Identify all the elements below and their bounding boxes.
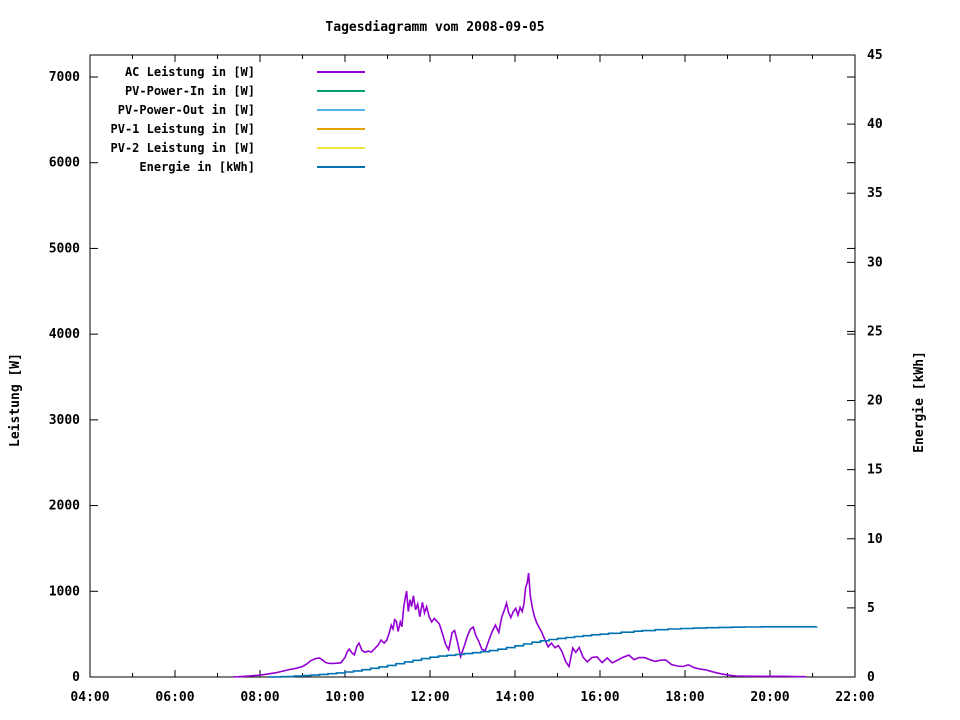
y-right-tick-label: 15 (867, 463, 883, 478)
y-right-tick-label: 0 (867, 670, 875, 685)
x-tick-label: 14:00 (495, 690, 534, 705)
legend-label: PV-1 Leistung in [W] (110, 121, 256, 136)
x-tick-label: 08:00 (240, 690, 279, 705)
x-tick-label: 16:00 (580, 690, 619, 705)
y-left-tick-label: 7000 (49, 70, 80, 85)
legend-line-sample-energie (317, 165, 365, 168)
y-right-tick-label: 10 (867, 532, 883, 547)
x-tick-label: 10:00 (325, 690, 364, 705)
y-right-tick-label: 35 (867, 186, 883, 201)
y-right-tick-label: 40 (867, 117, 883, 132)
legend-item-pv2-leistung: PV-2 Leistung in [W] (95, 138, 365, 157)
y-left-tick-label: 5000 (49, 241, 80, 256)
legend-item-pv-power-out: PV-Power-Out in [W] (95, 100, 365, 119)
legend-label: PV-Power-Out in [W] (117, 102, 255, 117)
chart-legend: AC Leistung in [W] PV-Power-In in [W] PV… (95, 62, 365, 176)
y-left-tick-label: 3000 (49, 413, 80, 428)
x-tick-label: 20:00 (750, 690, 789, 705)
y-right-tick-label: 25 (867, 324, 883, 339)
legend-label: AC Leistung in [W] (124, 64, 255, 79)
chart-page: Tagesdiagramm vom 2008-09-05 Leistung [W… (0, 0, 960, 720)
legend-line-sample-pv1 (317, 127, 365, 130)
y-left-tick-label: 4000 (49, 327, 80, 342)
y-right-tick-label: 30 (867, 255, 883, 270)
x-tick-label: 06:00 (155, 690, 194, 705)
legend-line-sample-pv-out (317, 108, 365, 111)
legend-line-sample-pv-in (317, 89, 365, 92)
legend-item-pv1-leistung: PV-1 Leistung in [W] (95, 119, 365, 138)
y-right-tick-label: 45 (867, 48, 883, 63)
legend-label: PV-2 Leistung in [W] (110, 140, 256, 155)
legend-item-energie: Energie in [kWh] (95, 157, 365, 176)
legend-label: Energie in [kWh] (139, 159, 255, 174)
y-right-tick-label: 20 (867, 394, 883, 409)
x-tick-label: 22:00 (835, 690, 874, 705)
legend-line-sample-pv2 (317, 146, 365, 149)
x-tick-label: 12:00 (410, 690, 449, 705)
y-left-tick-label: 0 (72, 670, 80, 685)
legend-item-pv-power-in: PV-Power-In in [W] (95, 81, 365, 100)
legend-line-sample-ac (317, 70, 365, 73)
series-line-ac-leistung (233, 572, 807, 678)
y-right-tick-label: 5 (867, 601, 875, 616)
legend-item-ac-leistung: AC Leistung in [W] (95, 62, 365, 81)
y-left-tick-label: 6000 (49, 156, 80, 171)
legend-label: PV-Power-In in [W] (124, 83, 255, 98)
x-tick-label: 04:00 (70, 690, 109, 705)
y-left-tick-label: 1000 (49, 584, 80, 599)
y-left-tick-label: 2000 (49, 499, 80, 514)
x-tick-label: 18:00 (665, 690, 704, 705)
